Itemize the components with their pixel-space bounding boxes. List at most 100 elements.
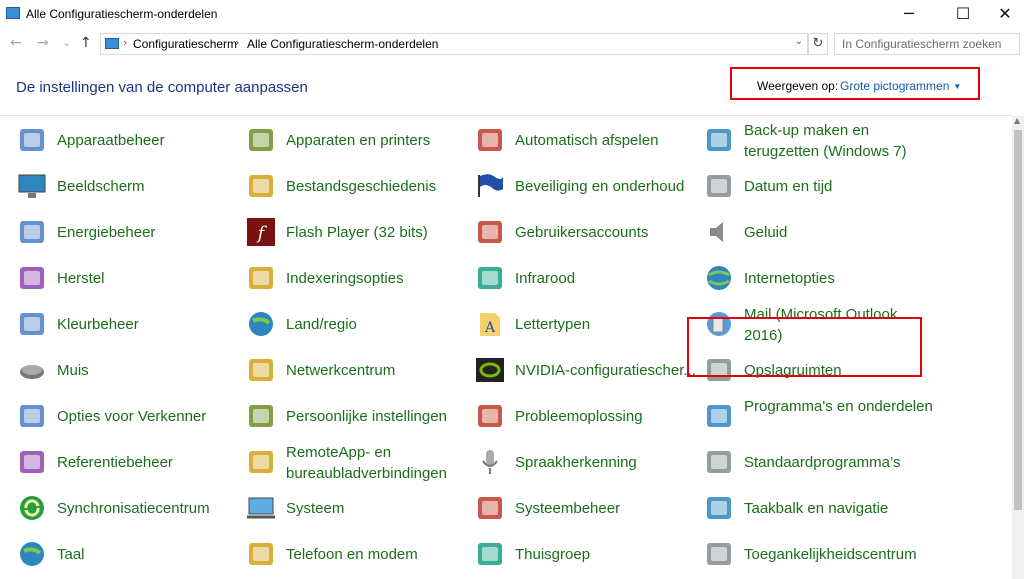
control-panel-item-label[interactable]: Gebruikersaccounts	[515, 224, 648, 241]
scrollbar[interactable]: ▲	[1012, 116, 1024, 579]
control-panel-item-label[interactable]: Bestandsgeschiedenis	[286, 178, 436, 195]
scroll-up-icon[interactable]: ▲	[1014, 116, 1020, 125]
control-panel-item-label[interactable]: Internetopties	[744, 270, 835, 287]
control-panel-item[interactable]: Probleemoplossing	[475, 397, 700, 437]
window-title: Alle Configuratiescherm-onderdelen	[26, 7, 218, 21]
control-panel-item[interactable]: Energiebeheer	[17, 213, 242, 253]
control-panel-item-label[interactable]: Netwerkcentrum	[286, 362, 395, 379]
control-panel-item[interactable]: Taal	[17, 535, 242, 575]
recent-locations-button[interactable]: ⌄	[62, 36, 71, 49]
control-panel-item-label[interactable]: Spraakherkenning	[515, 454, 637, 471]
control-panel-item[interactable]: NVIDIA-configuratiescher...	[475, 351, 700, 391]
control-panel-item-label[interactable]: NVIDIA-configuratiescher...	[515, 362, 696, 379]
control-panel-item[interactable]: Gebruikersaccounts	[475, 213, 700, 253]
control-panel-item-label[interactable]: Infrarood	[515, 270, 575, 287]
control-panel-item[interactable]: Land/regio	[246, 305, 471, 345]
control-panel-item-label[interactable]: Automatisch afspelen	[515, 132, 658, 149]
control-panel-item[interactable]: Systeembeheer	[475, 489, 700, 529]
control-panel-item[interactable]: Herstel	[17, 259, 242, 299]
breadcrumb-control-panel[interactable]: Configuratiescherm	[133, 37, 237, 51]
control-panel-item-label[interactable]: Thuisgroep	[515, 546, 590, 563]
control-panel-item[interactable]: Toegankelijkheidscentrum	[704, 535, 929, 575]
forward-button[interactable]: →	[37, 35, 49, 51]
address-bar[interactable]: › Configuratiescherm › Alle Configuratie…	[100, 33, 808, 55]
control-panel-item[interactable]: Telefoon en modem	[246, 535, 471, 575]
control-panel-item-label[interactable]: Apparaten en printers	[286, 132, 430, 149]
control-panel-item-label[interactable]: Persoonlijke instellingen	[286, 408, 447, 425]
close-button[interactable]: ✕	[982, 0, 1024, 30]
control-panel-item[interactable]: Back-up maken en terugzetten (Windows 7)	[704, 121, 929, 161]
control-panel-item[interactable]: Programma's en onderdelen	[704, 397, 933, 437]
control-panel-item[interactable]: Muis	[17, 351, 242, 391]
control-panel-item[interactable]: Synchronisatiecentrum	[17, 489, 242, 529]
breadcrumb-all-items[interactable]: Alle Configuratiescherm-onderdelen	[247, 37, 438, 51]
back-button[interactable]: ←	[10, 35, 22, 51]
control-panel-item[interactable]: RemoteApp- en bureaubladverbindingen	[246, 443, 471, 483]
navigation-bar: ← → ⌄ ↑ › Configuratiescherm › Alle Conf…	[0, 30, 1024, 58]
control-panel-item-label[interactable]: RemoteApp- en bureaubladverbindingen	[286, 442, 476, 484]
control-panel-item-label[interactable]: Systeembeheer	[515, 500, 620, 517]
control-panel-item-label[interactable]: Flash Player (32 bits)	[286, 224, 428, 241]
control-panel-item[interactable]: Infrarood	[475, 259, 700, 299]
control-panel-item-label[interactable]: Taal	[57, 546, 85, 563]
breadcrumb-separator[interactable]: ›	[123, 36, 127, 49]
control-panel-item-label[interactable]: Synchronisatiecentrum	[57, 500, 210, 517]
control-panel-item[interactable]: Apparaten en printers	[246, 121, 471, 161]
control-panel-item[interactable]: Standaardprogramma’s	[704, 443, 929, 483]
control-panel-item[interactable]: Opties voor Verkenner	[17, 397, 242, 437]
control-panel-item-label[interactable]: Indexeringsopties	[286, 270, 404, 287]
up-button[interactable]: ↑	[80, 35, 92, 51]
control-panel-item-label[interactable]: Datum en tijd	[744, 178, 832, 195]
control-panel-item[interactable]: A Lettertypen	[475, 305, 700, 345]
flash-icon: f	[246, 217, 276, 247]
control-panel-item[interactable]: Geluid	[704, 213, 929, 253]
control-panel-item-label[interactable]: Back-up maken en terugzetten (Windows 7)	[744, 120, 934, 162]
search-input[interactable]: In Configuratiescherm zoeken	[834, 33, 1020, 55]
system-icon	[246, 493, 276, 523]
control-panel-item-label[interactable]: Taakbalk en navigatie	[744, 500, 888, 517]
refresh-button[interactable]: ↻	[808, 33, 828, 55]
control-panel-item-label[interactable]: Herstel	[57, 270, 105, 287]
control-panel-item[interactable]: Bestandsgeschiedenis	[246, 167, 471, 207]
control-panel-item[interactable]: Netwerkcentrum	[246, 351, 471, 391]
control-panel-item[interactable]: Systeem	[246, 489, 471, 529]
language-icon	[17, 539, 47, 569]
troubleshoot-icon	[475, 401, 505, 431]
control-panel-item-label[interactable]: Systeem	[286, 500, 344, 517]
control-panel-item-label[interactable]: Energiebeheer	[57, 224, 155, 241]
control-panel-item[interactable]: Apparaatbeheer	[17, 121, 242, 161]
control-panel-item-label[interactable]: Lettertypen	[515, 316, 590, 333]
control-panel-item-label[interactable]: Probleemoplossing	[515, 408, 643, 425]
control-panel-item[interactable]: Automatisch afspelen	[475, 121, 700, 161]
control-panel-item[interactable]: Referentiebeheer	[17, 443, 242, 483]
control-panel-item[interactable]: Kleurbeheer	[17, 305, 242, 345]
scroll-thumb[interactable]	[1014, 130, 1022, 510]
control-panel-item[interactable]: Internetopties	[704, 259, 929, 299]
chevron-down-icon[interactable]: ⌄	[795, 36, 803, 47]
control-panel-item-label[interactable]: Programma's en onderdelen	[744, 396, 934, 417]
control-panel-item[interactable]: Persoonlijke instellingen	[246, 397, 471, 437]
control-panel-item[interactable]: Spraakherkenning	[475, 443, 700, 483]
minimize-button[interactable]: ─	[886, 0, 932, 30]
maximize-button[interactable]: ☐	[940, 0, 986, 30]
control-panel-item[interactable]: Beveiliging en onderhoud	[475, 167, 700, 207]
control-panel-item[interactable]: Taakbalk en navigatie	[704, 489, 929, 529]
control-panel-item-label[interactable]: Apparaatbeheer	[57, 132, 165, 149]
control-panel-item[interactable]: Thuisgroep	[475, 535, 700, 575]
control-panel-item-label[interactable]: Toegankelijkheidscentrum	[744, 546, 917, 563]
control-panel-item-label[interactable]: Beveiliging en onderhoud	[515, 178, 684, 195]
control-panel-item[interactable]: Datum en tijd	[704, 167, 929, 207]
control-panel-item-label[interactable]: Standaardprogramma’s	[744, 454, 900, 471]
control-panel-item-label[interactable]: Beeldscherm	[57, 178, 145, 195]
control-panel-item-label[interactable]: Muis	[57, 362, 89, 379]
control-panel-item-label[interactable]: Kleurbeheer	[57, 316, 139, 333]
control-panel-item[interactable]: Indexeringsopties	[246, 259, 471, 299]
control-panel-item[interactable]: Beeldscherm	[17, 167, 242, 207]
control-panel-item[interactable]: f Flash Player (32 bits)	[246, 213, 471, 253]
control-panel-item-label[interactable]: Opties voor Verkenner	[57, 408, 206, 425]
control-panel-item-label[interactable]: Referentiebeheer	[57, 454, 173, 471]
breadcrumb-separator[interactable]: ›	[235, 36, 239, 49]
control-panel-item-label[interactable]: Land/regio	[286, 316, 357, 333]
control-panel-item-label[interactable]: Geluid	[744, 224, 787, 241]
control-panel-item-label[interactable]: Telefoon en modem	[286, 546, 418, 563]
